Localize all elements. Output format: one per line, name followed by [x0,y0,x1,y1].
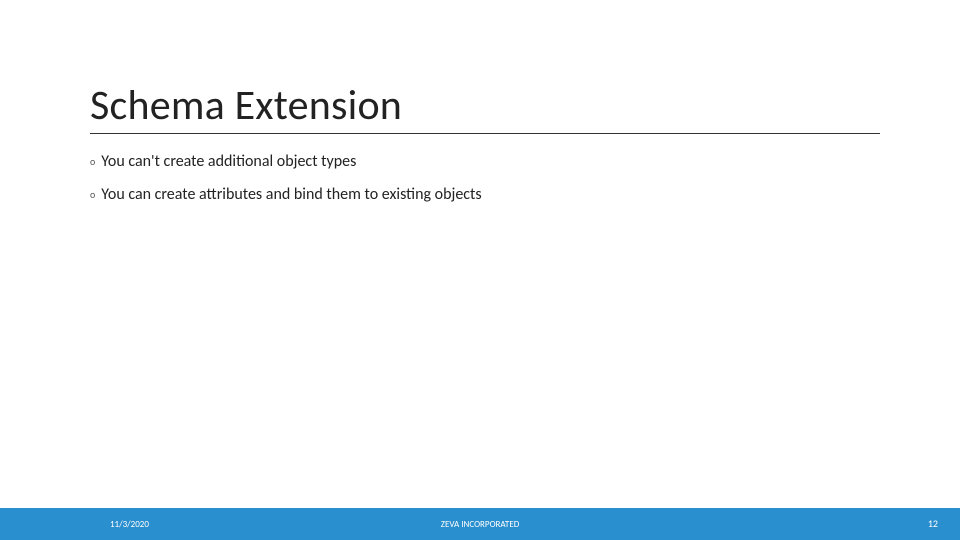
bullet-text: You can't create additional object types [101,152,356,171]
bullet-marker: o [90,157,95,167]
slide-title: Schema Extension [90,80,402,131]
bullet-text: You can create attributes and bind them … [101,185,481,204]
footer-organization: ZEVA INCORPORATED [0,519,960,530]
title-underline [90,133,880,134]
slide: Schema Extension o You can't create addi… [0,0,960,540]
footer-page-number: 12 [928,517,938,530]
list-item: o You can create attributes and bind the… [90,185,880,204]
bullet-marker: o [90,190,95,200]
list-item: o You can't create additional object typ… [90,152,880,171]
bullet-list: o You can't create additional object typ… [90,152,880,218]
